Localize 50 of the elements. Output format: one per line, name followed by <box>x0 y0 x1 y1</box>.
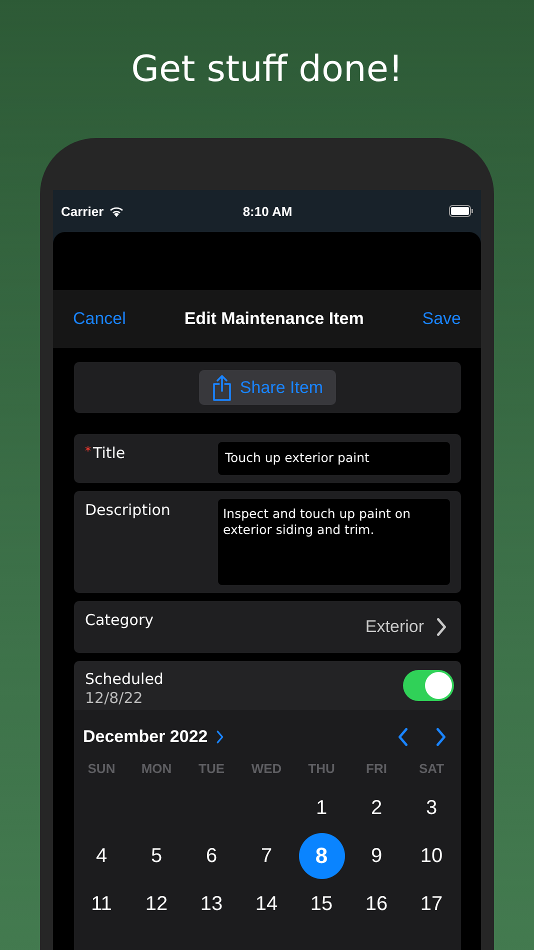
chevron-icon <box>436 616 447 638</box>
calendar-day[interactable]: 2 <box>354 785 400 831</box>
calendar-day[interactable]: 17 <box>408 881 454 927</box>
weekday-label: SAT <box>418 760 446 778</box>
scheduled-toggle[interactable] <box>403 670 454 701</box>
calendar-day[interactable]: 4 <box>78 833 124 879</box>
previous-month-button[interactable] <box>397 727 409 747</box>
share-icon <box>212 374 232 400</box>
category-row[interactable]: Category Exterior <box>74 601 461 653</box>
scheduled-date: 12/8/22 <box>85 689 144 707</box>
weekday-label: WED <box>250 760 283 778</box>
calendar-day[interactable]: 3 <box>408 785 454 831</box>
calendar-day[interactable]: 10 <box>408 833 454 879</box>
weekday-label: TUE <box>198 760 226 778</box>
month-button[interactable]: December 2022 <box>83 727 224 747</box>
calendar-day[interactable]: 5 <box>134 833 180 879</box>
field-label: Category <box>85 610 155 629</box>
calendar-day[interactable]: 12 <box>134 881 180 927</box>
calendar-day[interactable]: 14 <box>244 881 290 927</box>
calendar-day[interactable]: 13 <box>188 881 234 927</box>
wifi-icon <box>108 206 124 216</box>
weekday-label: SUN <box>86 760 116 778</box>
headline: Get stuff done! <box>131 48 403 90</box>
weekday-label: MON <box>140 760 173 778</box>
next-month-button[interactable] <box>435 727 447 747</box>
status-time: 8:10 AM <box>242 204 294 218</box>
chevron-left-icon <box>397 727 409 747</box>
field-label: Description <box>85 500 172 521</box>
description-field[interactable]: Inspect and touch up paint on exterior siding and trim. <box>218 499 450 585</box>
chevron-icon <box>216 730 224 744</box>
carrier-label: Carrier <box>61 204 104 218</box>
field-label: Scheduled <box>85 670 164 688</box>
calendar-day[interactable]: 8 <box>298 833 344 879</box>
calendar-day[interactable]: 1 <box>298 785 344 831</box>
calendar-day[interactable]: 6 <box>188 833 234 879</box>
weekday-label: THU <box>307 760 336 778</box>
category-value: Exterior <box>365 616 447 638</box>
title-field[interactable]: Touch up exterior paint <box>218 442 450 475</box>
cancel-button[interactable]: Cancel <box>73 309 126 329</box>
battery-icon <box>449 205 474 217</box>
weekday-label: FRI <box>365 760 388 778</box>
field-label: *Title <box>85 443 126 464</box>
nav-title: Edit Maintenance Item <box>183 309 365 329</box>
chevron-right-icon <box>435 727 447 747</box>
calendar-day[interactable]: 9 <box>354 833 400 879</box>
calendar-day[interactable]: 15 <box>298 881 344 927</box>
save-button[interactable]: Save <box>422 309 461 329</box>
calendar-day[interactable]: 7 <box>244 833 290 879</box>
calendar-day[interactable]: 16 <box>354 881 400 927</box>
calendar-day[interactable]: 11 <box>78 881 124 927</box>
